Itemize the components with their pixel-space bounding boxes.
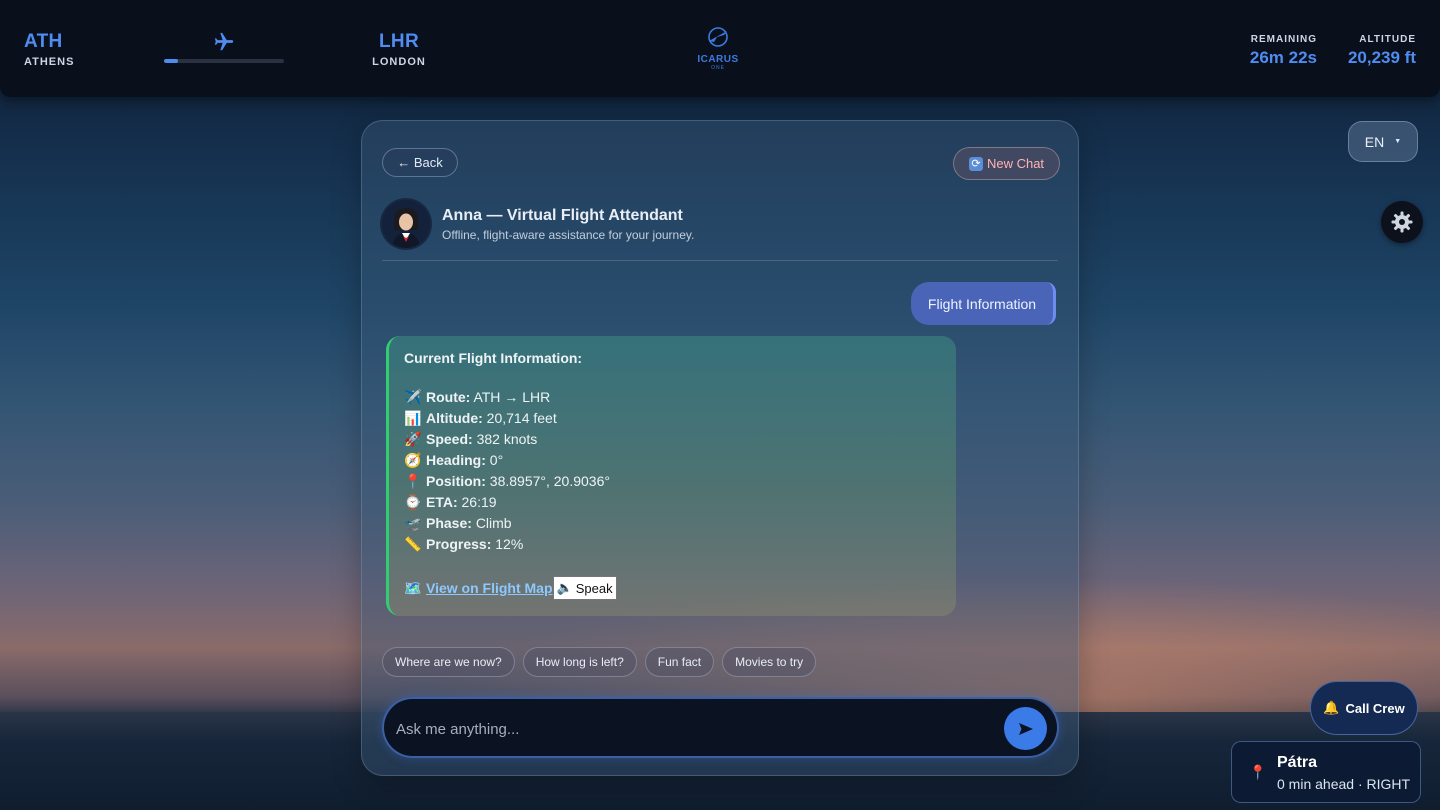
logo-name: ICARUS [697,54,739,65]
flight-info-line: ⌚ ETA: 26:19 [404,492,940,513]
new-chat-label: New Chat [986,156,1045,171]
origin-code: ATH [24,31,63,52]
attendant-subtitle: Offline, flight-aware assistance for you… [442,228,695,242]
chevron-down-icon: ▼ [1394,138,1402,145]
remaining-value: 26m 22s [1249,48,1317,67]
chat-composer [382,697,1059,758]
chat-panel: ← Back ⟳ New Chat Anna — Virtual Flight … [361,120,1079,776]
flight-info-line: ✈️ Route: ATH → LHR [404,387,940,408]
speak-button[interactable]: 🔈 Speak [552,576,617,600]
bell-icon: 🔔 [1323,700,1340,715]
info-emoji-icon: ✈️ [404,389,422,405]
flight-info-list: ✈️ Route: ATH → LHR 📊 Altitude: 20,714 feet… [404,387,940,555]
info-value: Climb [475,515,512,531]
flight-info-line: 🚀 Speed: 382 knots [404,429,940,450]
logo-plane-icon [708,27,728,47]
destination-city: LONDON [372,56,426,68]
info-value: 12% [495,536,524,552]
speak-label: Speak [575,580,613,596]
flight-info-line: 🧭 Heading: 0° [404,450,940,471]
info-value: 0° [489,452,504,468]
point-of-interest-card[interactable]: 📍 Pátra 0 min ahead · RIGHT [1231,741,1421,803]
info-emoji-icon: ⌚ [404,494,422,510]
flight-progress [164,31,284,63]
progress-bar-fill [164,59,179,63]
airplane-icon [214,32,234,51]
user-message: Flight Information [911,282,1056,325]
flight-info-line: 🛫 Phase: Climb [404,513,940,534]
flight-info-line: 📍 Position: 38.8957°, 20.9036° [404,471,940,492]
info-value: 382 knots [476,431,538,447]
language-select[interactable]: EN ▼ [1348,121,1418,162]
refresh-icon: ⟳ [968,156,983,171]
flight-info-line: 📏 Progress: 12% [404,534,940,555]
brand-logo: ICARUS ONE [690,26,746,71]
origin-airport: ATH ATHENS [24,31,74,68]
send-icon [1018,722,1033,735]
suggestion-chip[interactable]: Movies to try [722,647,817,677]
altitude-readout: ALTITUDE 20,239 ft [1348,34,1416,68]
location-pin-icon: 📍 [1249,764,1267,780]
message-actions: 🗺️ View on Flight Map 🔈 Speak [404,576,940,600]
logo-sub: ONE [711,65,725,71]
call-crew-label: Call Crew [1345,700,1405,716]
suggestion-chips: Where are we now? How long is left? Fun fa… [382,647,817,677]
suggestion-chip[interactable]: Where are we now? [382,647,515,677]
assistant-message: Current Flight Information: ✈️ Route: ATH… [386,336,956,616]
info-label: Progress: [426,536,492,552]
message-heading: Current Flight Information: [404,350,583,366]
attendant-name: Anna — Virtual Flight Attendant [442,207,683,224]
info-value: 38.8957°, 20.9036° [489,473,610,489]
attendant-portrait-icon [382,200,430,248]
suggestion-chip[interactable]: How long is left? [522,647,637,677]
info-emoji-icon: 🧭 [404,452,422,468]
call-crew-button[interactable]: 🔔 Call Crew [1310,681,1418,735]
attendant-avatar [382,200,430,248]
destination-airport: LHR LONDON [360,31,438,68]
info-emoji-icon: 🛫 [404,515,422,531]
altitude-value: 20,239 ft [1347,48,1416,67]
progress-bar [164,59,284,63]
info-label: Heading: [426,452,486,468]
remaining-label: REMAINING [1250,34,1317,45]
info-emoji-icon: 📍 [404,473,422,489]
info-label: ETA: [426,494,458,510]
flight-info-line: 📊 Altitude: 20,714 feet [404,408,940,429]
altitude-label: ALTITUDE [1359,34,1416,45]
info-label: Speed: [426,431,473,447]
chat-input[interactable] [394,713,998,745]
info-value: 26:19 [461,494,497,510]
gear-icon [1391,211,1413,233]
info-emoji-icon: 📊 [404,410,422,426]
new-chat-button[interactable]: ⟳ New Chat [953,147,1060,180]
info-label: Route: [426,389,471,405]
info-emoji-icon: 📏 [404,536,422,552]
info-emoji-icon: 🚀 [404,431,422,447]
speaker-icon: 🔈 [556,580,573,595]
flight-map-link[interactable]: View on Flight Map [426,580,553,596]
flight-status-bar: ATH ATHENS LHR LONDON ICARUS ONE REMAINI… [0,0,1440,97]
origin-city: ATHENS [24,56,75,68]
map-icon: 🗺️ [404,579,422,596]
info-label: Position: [426,473,486,489]
settings-button[interactable] [1381,201,1423,243]
info-label: Altitude: [426,410,483,426]
language-value: EN [1364,133,1385,150]
destination-code: LHR [379,31,419,52]
send-button[interactable] [1004,707,1047,750]
suggestion-chip[interactable]: Fun fact [644,647,715,677]
header-divider [382,260,1058,261]
poi-name: Pátra [1277,754,1318,771]
back-button[interactable]: ← Back [382,148,458,177]
info-value: 20,714 feet [486,410,557,426]
poi-detail: 0 min ahead · RIGHT [1277,776,1411,792]
remaining-time: REMAINING 26m 22s [1250,34,1317,68]
info-label: Phase: [426,515,472,531]
info-value: ATH → LHR [473,389,551,405]
